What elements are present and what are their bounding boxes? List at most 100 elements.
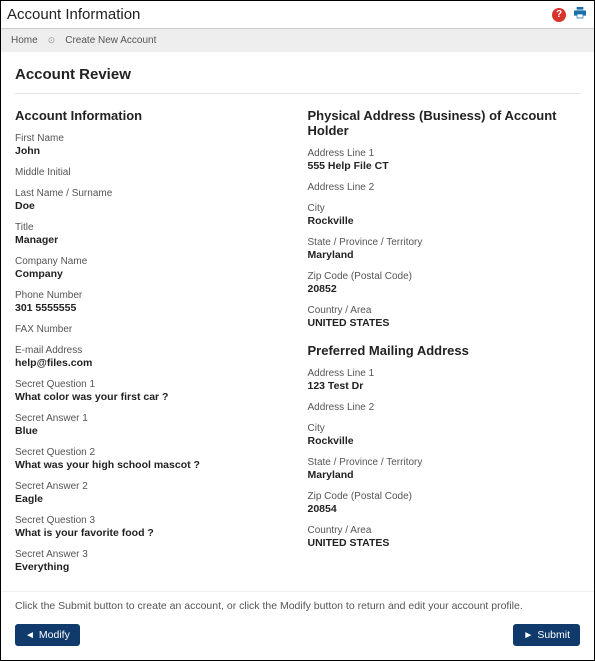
field-value: Blue xyxy=(15,425,288,437)
breadcrumb: Home ⊙ Create New Account xyxy=(1,29,594,52)
field-value: Maryland xyxy=(308,249,581,261)
field-label: Secret Question 1 xyxy=(15,379,288,390)
field-value: Eagle xyxy=(15,493,288,505)
titlebar-icons: ? xyxy=(552,5,588,24)
field: CityRockville xyxy=(308,203,581,227)
field-label: Address Line 1 xyxy=(308,368,581,379)
button-row: ◄ Modify ► Submit xyxy=(1,624,594,660)
field-value: What color was your first car ? xyxy=(15,391,288,403)
field: Zip Code (Postal Code)20852 xyxy=(308,271,581,295)
field-label: E-mail Address xyxy=(15,345,288,356)
field: Last Name / SurnameDoe xyxy=(15,188,288,212)
field: First NameJohn xyxy=(15,133,288,157)
submit-button-label: Submit xyxy=(537,629,570,641)
field: Country / AreaUNITED STATES xyxy=(308,525,581,549)
field-value: 301 5555555 xyxy=(15,302,288,314)
print-icon[interactable] xyxy=(572,5,588,24)
field: State / Province / TerritoryMaryland xyxy=(308,457,581,481)
field-label: Address Line 2 xyxy=(308,402,581,413)
field-label: State / Province / Territory xyxy=(308,457,581,468)
field-label: Secret Answer 3 xyxy=(15,549,288,560)
field-label: Secret Answer 1 xyxy=(15,413,288,424)
arrow-left-icon: ◄ xyxy=(25,630,35,641)
field-value: 20854 xyxy=(308,503,581,515)
breadcrumb-current: Create New Account xyxy=(65,35,156,46)
help-icon[interactable]: ? xyxy=(552,8,566,22)
page-header: Account Information xyxy=(7,6,140,23)
field-label: Address Line 1 xyxy=(308,148,581,159)
field-value: UNITED STATES xyxy=(308,317,581,329)
field-value: Rockville xyxy=(308,215,581,227)
field: CityRockville xyxy=(308,423,581,447)
field: Secret Question 2What was your high scho… xyxy=(15,447,288,471)
field: Secret Answer 2Eagle xyxy=(15,481,288,505)
field-value: Manager xyxy=(15,234,288,246)
field-value: 20852 xyxy=(308,283,581,295)
mailing-address-fields: Address Line 1123 Test Dr Address Line 2 C… xyxy=(308,368,581,549)
field: Secret Question 1What color was your fir… xyxy=(15,379,288,403)
section-heading: Preferred Mailing Address xyxy=(308,343,581,358)
account-info-fields: First NameJohn Middle Initial Last Name / … xyxy=(15,133,288,573)
submit-button[interactable]: ► Submit xyxy=(513,624,580,646)
field-value: 123 Test Dr xyxy=(308,380,581,392)
page-title: Account Review xyxy=(15,66,580,94)
field-label: Secret Question 2 xyxy=(15,447,288,458)
field-label: Zip Code (Postal Code) xyxy=(308,271,581,282)
field: State / Province / TerritoryMaryland xyxy=(308,237,581,261)
field: TitleManager xyxy=(15,222,288,246)
field: Address Line 1123 Test Dr xyxy=(308,368,581,392)
content: Account Review Account Information First… xyxy=(1,52,594,591)
instruction-text: Click the Submit button to create an acc… xyxy=(1,591,594,624)
physical-address-fields: Address Line 1555 Help File CTAddress Li… xyxy=(308,148,581,329)
field: E-mail Addresshelp@files.com xyxy=(15,345,288,369)
field-label: First Name xyxy=(15,133,288,144)
field-label: Country / Area xyxy=(308,305,581,316)
section-heading: Physical Address (Business) of Account H… xyxy=(308,108,581,138)
field: Phone Number301 5555555 xyxy=(15,290,288,314)
breadcrumb-home[interactable]: Home xyxy=(11,35,38,46)
field: FAX Number xyxy=(15,324,288,335)
field-label: State / Province / Territory xyxy=(308,237,581,248)
field-value: What is your favorite food ? xyxy=(15,527,288,539)
field: Country / AreaUNITED STATES xyxy=(308,305,581,329)
field-value: 555 Help File CT xyxy=(308,160,581,172)
field: Middle Initial xyxy=(15,167,288,178)
field-label: Zip Code (Postal Code) xyxy=(308,491,581,502)
field: Secret Answer 1Blue xyxy=(15,413,288,437)
field-value: UNITED STATES xyxy=(308,537,581,549)
field-value: Doe xyxy=(15,200,288,212)
field-label: Title xyxy=(15,222,288,233)
section-heading: Account Information xyxy=(15,108,288,123)
field: Zip Code (Postal Code)20854 xyxy=(308,491,581,515)
field: Secret Question 3What is your favorite f… xyxy=(15,515,288,539)
field-label: Secret Question 3 xyxy=(15,515,288,526)
field-label: Company Name xyxy=(15,256,288,267)
field-value: Everything xyxy=(15,561,288,573)
window: Account Information ? Home ⊙ Create New … xyxy=(0,0,595,661)
field-value: Rockville xyxy=(308,435,581,447)
field: Address Line 1555 Help File CT xyxy=(308,148,581,172)
columns: Account Information First NameJohn Middle… xyxy=(15,108,580,583)
chevron-right-icon: ⊙ xyxy=(48,35,56,46)
field-value: Maryland xyxy=(308,469,581,481)
field-label: Phone Number xyxy=(15,290,288,301)
field-value: John xyxy=(15,145,288,157)
field-label: Secret Answer 2 xyxy=(15,481,288,492)
field-label: Country / Area xyxy=(308,525,581,536)
address-section: Physical Address (Business) of Account H… xyxy=(308,108,581,583)
field-value: help@files.com xyxy=(15,357,288,369)
field: Company NameCompany xyxy=(15,256,288,280)
field: Address Line 2 xyxy=(308,182,581,193)
field: Address Line 2 xyxy=(308,402,581,413)
field-label: FAX Number xyxy=(15,324,288,335)
arrow-right-icon: ► xyxy=(523,630,533,641)
modify-button[interactable]: ◄ Modify xyxy=(15,624,80,646)
modify-button-label: Modify xyxy=(39,629,70,641)
field: Secret Answer 3Everything xyxy=(15,549,288,573)
field-label: City xyxy=(308,203,581,214)
field-label: Address Line 2 xyxy=(308,182,581,193)
field-label: City xyxy=(308,423,581,434)
field-label: Middle Initial xyxy=(15,167,288,178)
titlebar: Account Information ? xyxy=(1,1,594,29)
field-label: Last Name / Surname xyxy=(15,188,288,199)
